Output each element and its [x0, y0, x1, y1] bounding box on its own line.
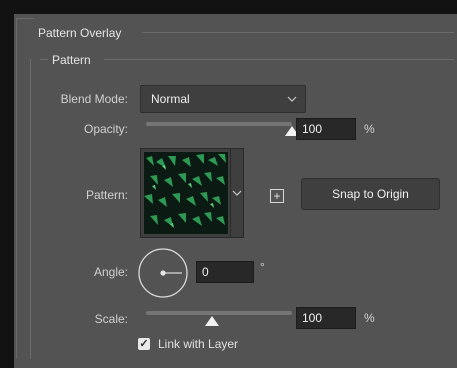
scale-input[interactable]: 100	[296, 307, 356, 329]
angle-input[interactable]: 0	[196, 261, 254, 283]
pattern-overlay-panel: Pattern Overlay Pattern Blend Mode: Norm…	[14, 14, 457, 368]
pattern-picker-chevron-icon[interactable]	[231, 183, 243, 203]
angle-unit: °	[260, 260, 265, 274]
blend-mode-value: Normal	[151, 92, 190, 106]
group-title: Pattern	[52, 53, 91, 67]
blend-mode-label: Blend Mode:	[60, 92, 128, 106]
link-with-layer-checkbox[interactable]: ✓	[138, 338, 150, 350]
scale-unit: %	[364, 311, 375, 325]
opacity-unit: %	[364, 122, 375, 136]
scale-slider-thumb[interactable]	[204, 316, 219, 326]
group-border-left	[30, 59, 31, 359]
opacity-label: Opacity:	[83, 122, 128, 136]
leaf-pattern-thumbnail[interactable]	[144, 152, 228, 234]
section-title: Pattern Overlay	[38, 26, 122, 40]
scale-label: Scale:	[94, 312, 128, 326]
chevron-down-icon	[287, 86, 297, 121]
pattern-picker[interactable]	[140, 148, 244, 238]
opacity-slider-track[interactable]	[146, 122, 292, 126]
pattern-label: Pattern:	[85, 188, 128, 202]
section-divider	[16, 18, 34, 19]
angle-dial[interactable]	[137, 247, 189, 299]
link-with-layer-label: Link with Layer	[158, 337, 239, 351]
section-divider	[142, 32, 454, 33]
group-divider	[104, 59, 454, 60]
scale-slider-track[interactable]	[146, 311, 292, 315]
snap-to-origin-button[interactable]: Snap to Origin	[301, 178, 440, 210]
group-divider	[40, 59, 48, 60]
blend-mode-dropdown[interactable]: Normal	[140, 85, 306, 113]
section-border-left	[16, 18, 17, 358]
opacity-input[interactable]: 100	[296, 118, 356, 140]
plus-square-icon[interactable]: +	[270, 189, 284, 203]
angle-label: Angle:	[93, 265, 128, 279]
